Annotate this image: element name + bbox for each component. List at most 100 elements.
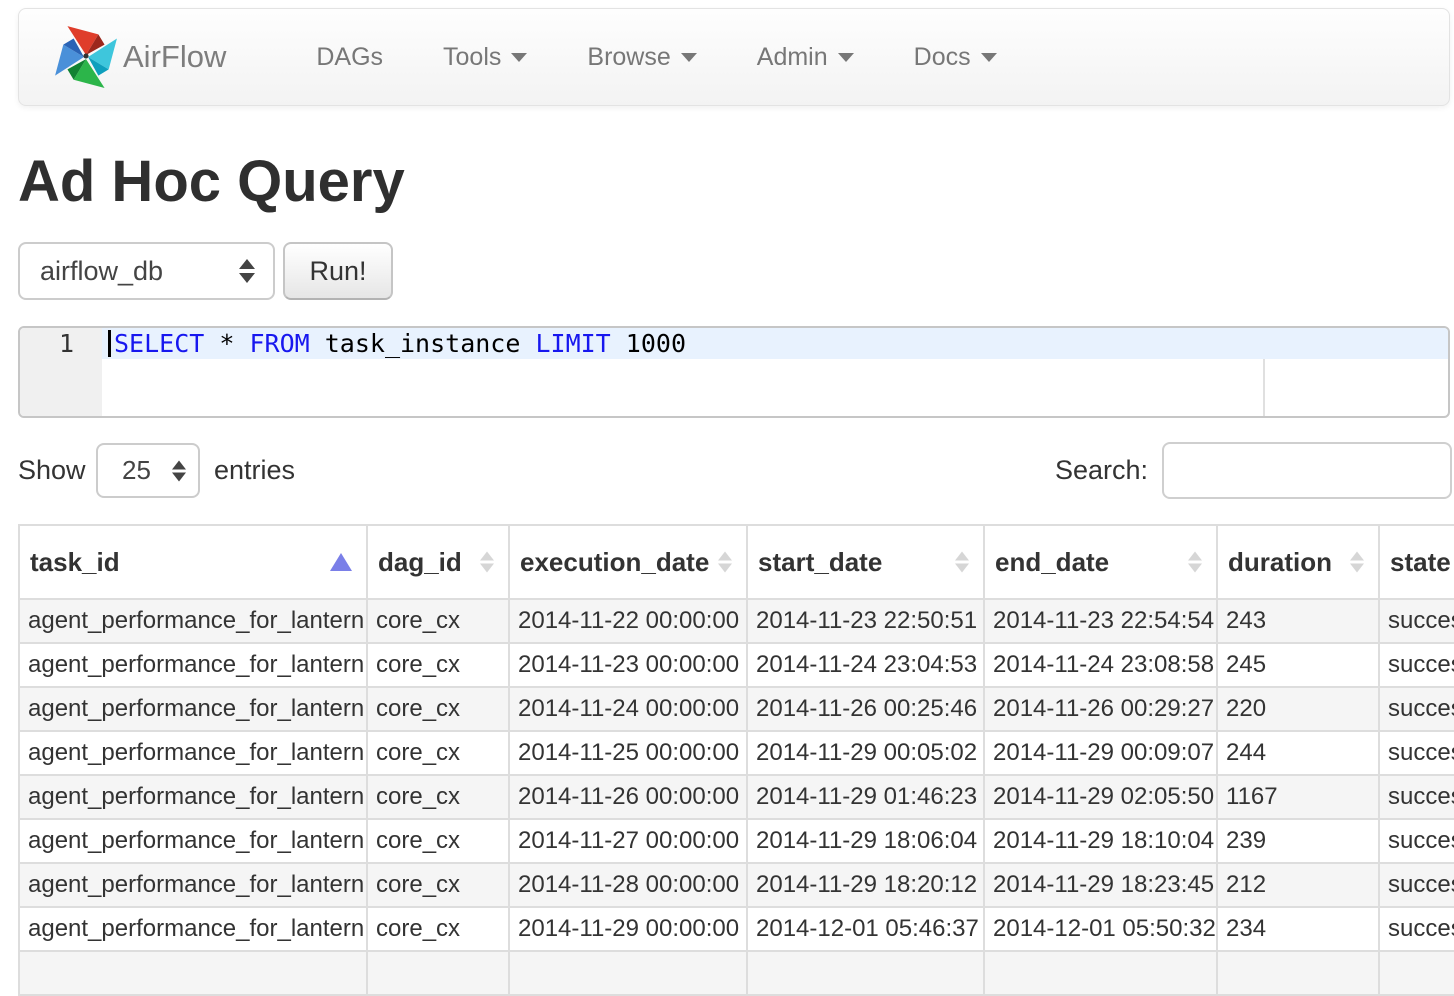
cell: 2014-11-29 02:05:50 [984,775,1217,819]
sort-both-icon [480,552,494,573]
search-label: Search: [1040,455,1148,486]
column-label: dag_id [378,547,462,577]
cell: 244 [1217,731,1379,775]
nav-item-browse[interactable]: Browse [557,9,726,105]
line-number: 1 [20,328,102,359]
cell: core_cx [367,643,509,687]
cell [19,951,367,995]
database-select-value: airflow_db [40,256,163,287]
cell [1217,951,1379,995]
column-header-dag_id[interactable]: dag_id [367,525,509,599]
column-header-execution_date[interactable]: execution_date [509,525,747,599]
cell [984,951,1217,995]
select-arrows-icon [172,460,186,481]
sql-token: FROM [249,329,309,358]
column-label: duration [1228,547,1332,577]
column-header-duration[interactable]: duration [1217,525,1379,599]
sort-both-icon [1350,552,1364,573]
cell [367,951,509,995]
column-header-end_date[interactable]: end_date [984,525,1217,599]
cell: 2014-11-24 23:08:58 [984,643,1217,687]
cell: 243 [1217,599,1379,643]
column-label: task_id [30,547,120,577]
airflow-brand[interactable]: AirFlow [53,24,226,90]
cell: 2014-11-22 00:00:00 [509,599,747,643]
cell: success [1379,731,1454,775]
cell: success [1379,907,1454,951]
cell: 2014-11-27 00:00:00 [509,819,747,863]
sort-both-icon [1188,552,1202,573]
page-title: Ad Hoc Query [18,148,405,215]
cell: 2014-11-23 00:00:00 [509,643,747,687]
table-row: agent_performance_for_lanterncore_cx2014… [19,643,1454,687]
cell: agent_performance_for_lantern [19,907,367,951]
cell: core_cx [367,819,509,863]
navbar: AirFlow DAGs Tools BrowseAdmin Docs [18,8,1450,106]
cell: success [1379,863,1454,907]
cell: success [1379,643,1454,687]
select-arrows-icon [239,259,255,283]
column-header-task_id[interactable]: task_id [19,525,367,599]
search-input[interactable] [1162,442,1452,499]
column-label: end_date [995,547,1109,577]
column-label: state [1390,547,1451,577]
table-row [19,951,1454,995]
caret-down-icon [681,53,697,62]
nav-item-tools[interactable]: Tools [413,9,557,105]
page-size-value: 25 [122,455,151,486]
nav-item-label: Docs [914,43,971,72]
page-size-select[interactable]: 25 [96,443,200,498]
cell: agent_performance_for_lantern [19,599,367,643]
caret-down-icon [511,53,527,62]
table-body: agent_performance_for_lanterncore_cx2014… [19,599,1454,995]
caret-down-icon [838,53,854,62]
cell: 2014-11-29 00:09:07 [984,731,1217,775]
airflow-pinwheel-icon [53,24,119,90]
column-header-start_date[interactable]: start_date [747,525,984,599]
table-row: agent_performance_for_lanterncore_cx2014… [19,687,1454,731]
nav-item-docs[interactable]: Docs [884,9,1027,105]
cell: 2014-11-26 00:29:27 [984,687,1217,731]
show-label: Show [18,455,86,486]
cell [1379,951,1454,995]
table-header-row: task_id dag_id execution_date start_date end… [19,525,1454,599]
sql-editor[interactable]: 1 SELECT * FROM task_instance LIMIT 1000 [18,326,1450,418]
cell: agent_performance_for_lantern [19,687,367,731]
cell: core_cx [367,687,509,731]
cell: 2014-12-01 05:50:32 [984,907,1217,951]
cell: 2014-11-25 00:00:00 [509,731,747,775]
table-row: agent_performance_for_lanterncore_cx2014… [19,907,1454,951]
cell: 2014-11-29 01:46:23 [747,775,984,819]
cell: 2014-11-24 00:00:00 [509,687,747,731]
table-row: agent_performance_for_lanterncore_cx2014… [19,819,1454,863]
cell: 2014-11-28 00:00:00 [509,863,747,907]
text-cursor [108,330,111,357]
cell: 239 [1217,819,1379,863]
cell: success [1379,599,1454,643]
nav-item-admin[interactable]: Admin [727,9,884,105]
sort-asc-icon [330,553,352,571]
column-header-state[interactable]: state [1379,525,1454,599]
nav-item-dags[interactable]: DAGs [286,9,413,105]
run-button[interactable]: Run! [283,242,393,300]
database-select[interactable]: airflow_db [18,242,275,300]
cell [747,951,984,995]
cell: 2014-11-24 23:04:53 [747,643,984,687]
entries-label: entries [214,455,295,486]
nav-item-label: Tools [443,43,501,72]
sql-token: * [204,329,249,358]
cell: agent_performance_for_lantern [19,731,367,775]
cell: success [1379,819,1454,863]
cell: 2014-11-26 00:00:00 [509,775,747,819]
cell: 2014-11-29 18:23:45 [984,863,1217,907]
cell: core_cx [367,775,509,819]
sql-token: LIMIT [535,329,610,358]
column-label: execution_date [520,547,709,577]
cell: core_cx [367,731,509,775]
cell: 2014-11-23 22:50:51 [747,599,984,643]
table-row: agent_performance_for_lanterncore_cx2014… [19,863,1454,907]
cell: 2014-11-29 18:20:12 [747,863,984,907]
code-line: SELECT * FROM task_instance LIMIT 1000 [102,328,686,359]
sql-token: SELECT [114,329,204,358]
sort-both-icon [718,552,732,573]
